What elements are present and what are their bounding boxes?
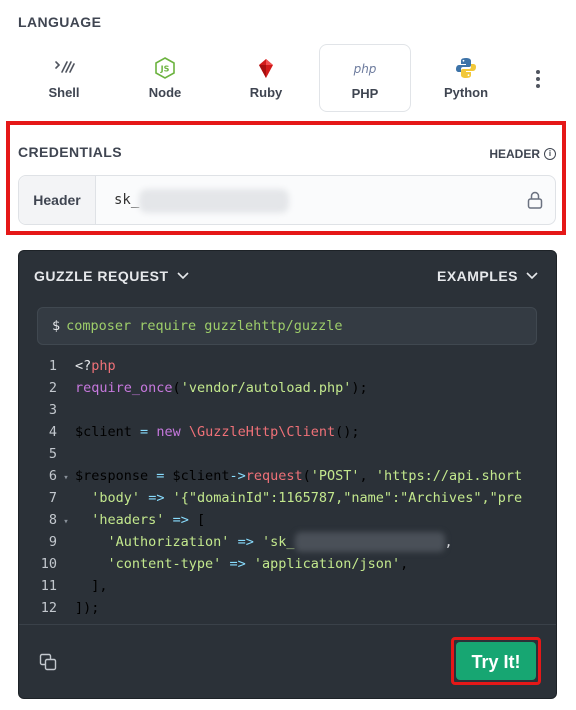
code-line: 7 'body' => '{"domainId":1165787,"name":…	[19, 487, 556, 509]
line-number: 10	[40, 556, 57, 572]
code-text: $client = new \GuzzleHttp\Client();	[75, 424, 360, 440]
shell-icon	[18, 56, 110, 80]
code-block[interactable]: 1 <?php 2 require_once('vendor/autoload.php…	[19, 355, 556, 625]
lang-label-shell: Shell	[48, 85, 80, 100]
line-number: 8	[48, 512, 57, 528]
api-key-label: Header	[19, 176, 96, 224]
language-selector: Shell JS Node Ruby php PHP Python	[18, 44, 558, 116]
lang-label-ruby: Ruby	[249, 85, 283, 100]
line-number: 6	[48, 468, 57, 484]
code-text: $response = $client->request('POST', 'ht…	[75, 468, 523, 484]
code-text: 'Authorization' => 'sk_	[107, 534, 295, 550]
code-line: 3	[19, 399, 556, 421]
code-text: 'content-type' => 'application/json',	[107, 556, 409, 572]
code-line: 11 ],	[19, 575, 556, 597]
php-icon: php	[320, 57, 410, 81]
credentials-heading: CREDENTIALS	[18, 144, 122, 160]
line-number: 1	[48, 358, 57, 374]
line-number: 9	[48, 534, 57, 550]
info-icon[interactable]: i	[544, 148, 556, 160]
lang-tab-node[interactable]: JS Node	[119, 44, 211, 112]
code-line: 6 ▾ $response = $client->request('POST', '…	[19, 465, 556, 487]
code-line: 12]);	[19, 597, 556, 619]
more-languages-icon[interactable]	[528, 68, 548, 92]
ruby-icon	[220, 56, 312, 80]
code-line: 5	[19, 443, 556, 465]
lock-icon[interactable]	[525, 190, 545, 210]
code-line: 9 'Authorization' => 'sk_,	[19, 531, 556, 553]
code-line: 2 require_once('vendor/autoload.php');	[19, 377, 556, 399]
line-number: 4	[48, 424, 57, 440]
code-text: <?php	[75, 358, 116, 374]
node-icon: JS	[119, 56, 211, 80]
svg-text:JS: JS	[160, 65, 170, 74]
code-text: ,	[444, 534, 453, 550]
code-line: 4 $client = new \GuzzleHttp\Client();	[19, 421, 556, 443]
code-panel: GUZZLE REQUEST EXAMPLES $ composer requir…	[18, 250, 557, 699]
examples-dropdown[interactable]: EXAMPLES	[437, 268, 538, 284]
chevron-down-icon	[526, 272, 538, 280]
code-line: 8 ▾ 'headers' => [	[19, 509, 556, 531]
fold-icon[interactable]: ▾	[57, 511, 75, 533]
api-key-field[interactable]: Header sk_	[18, 175, 556, 225]
auth-location-label: HEADER	[489, 147, 540, 161]
code-text: require_once('vendor/autoload.php');	[75, 380, 368, 396]
python-icon	[420, 56, 512, 80]
lang-tab-ruby[interactable]: Ruby	[220, 44, 312, 112]
line-number: 5	[48, 446, 57, 462]
lang-label-python: Python	[443, 85, 489, 100]
request-library-label: GUZZLE REQUEST	[34, 268, 169, 284]
try-it-button[interactable]: Try It!	[456, 642, 536, 680]
auth-location-toggle[interactable]: HEADER i	[489, 147, 556, 161]
code-line: 1 <?php	[19, 355, 556, 377]
chevron-down-icon	[176, 272, 189, 280]
redacted-key	[294, 532, 445, 552]
request-library-dropdown[interactable]: GUZZLE REQUEST	[34, 268, 189, 284]
install-command[interactable]: $ composer require guzzlehttp/guzzle	[37, 307, 537, 345]
line-number: 3	[48, 402, 57, 418]
copy-icon[interactable]	[39, 653, 57, 671]
redacted-key	[139, 189, 289, 213]
api-key-value[interactable]: sk_	[114, 192, 139, 208]
line-number: 7	[48, 490, 57, 506]
code-text: ],	[75, 578, 108, 594]
line-number: 12	[40, 600, 57, 616]
fold-icon[interactable]: ▾	[57, 467, 75, 489]
try-it-highlight: Try It!	[451, 637, 541, 685]
code-text: ]);	[75, 600, 100, 616]
lang-label-php: PHP	[351, 86, 379, 101]
code-line: 10 'content-type' => 'application/json',	[19, 553, 556, 575]
lang-tab-php[interactable]: php PHP	[319, 44, 411, 112]
lang-tab-python[interactable]: Python	[420, 44, 512, 112]
code-text: 'body' => '{"domainId":1165787,"name":"A…	[91, 490, 523, 506]
lang-tab-shell[interactable]: Shell	[18, 44, 110, 112]
line-number: 2	[48, 380, 57, 396]
lang-label-node: Node	[148, 85, 182, 100]
install-command-text: composer require guzzlehttp/guzzle	[66, 318, 343, 334]
php-logo-text: php	[353, 62, 377, 76]
code-text: 'headers' => [	[91, 512, 206, 528]
line-number: 11	[40, 578, 57, 594]
examples-label: EXAMPLES	[436, 268, 518, 284]
language-heading: LANGUAGE	[18, 14, 102, 30]
panel-footer-divider	[19, 624, 556, 625]
